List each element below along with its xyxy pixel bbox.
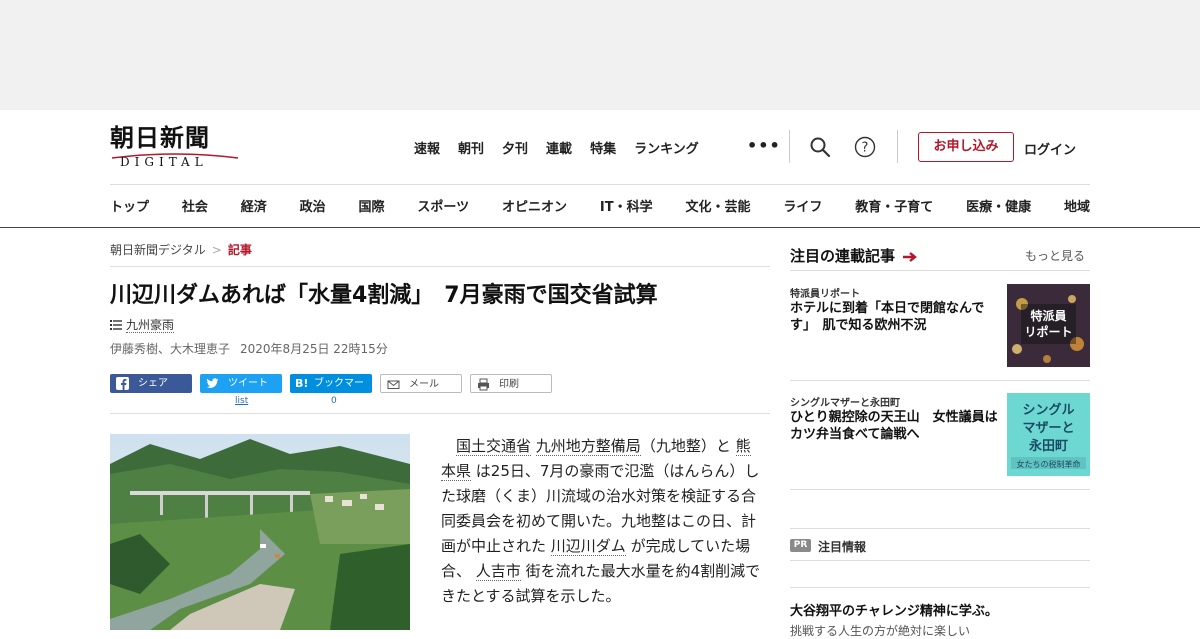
ad-banner-area (0, 0, 1200, 110)
nav-tokushu[interactable]: 特集 (590, 138, 616, 157)
svg-text:?: ? (862, 141, 869, 156)
cat-politics[interactable]: 政治 (300, 196, 326, 215)
link-kawabegawa-dam[interactable]: 川辺川ダム (550, 537, 626, 556)
link-mlit[interactable]: 国土交通省 (456, 437, 532, 456)
body-text: （九地整）と (640, 437, 736, 455)
divider (790, 270, 1090, 271)
article-photo[interactable] (110, 434, 410, 630)
nav-yukan[interactable]: 夕刊 (502, 138, 528, 157)
divider (789, 130, 790, 163)
nav-rensai[interactable]: 連載 (546, 138, 572, 157)
cat-education[interactable]: 教育・子育て (855, 196, 933, 215)
divider (110, 266, 770, 267)
cat-culture[interactable]: 文化・芸能 (685, 196, 750, 215)
search-icon[interactable] (809, 136, 831, 158)
svg-text:マザーと: マザーと (1022, 421, 1074, 436)
print-label: 印刷 (499, 379, 519, 390)
nav-sokuho[interactable]: 速報 (414, 138, 440, 157)
facebook-icon (116, 377, 129, 390)
sidebar-more-link[interactable]: もっと見る (1025, 247, 1085, 264)
breadcrumb-home[interactable]: 朝日新聞デジタル (110, 243, 206, 257)
pr-section-title: 注目情報 (818, 540, 867, 554)
list-icon (110, 320, 122, 330)
twitter-share-count[interactable]: list (235, 396, 248, 406)
thumb-text-line1: 特派員 (1030, 308, 1066, 323)
cat-top[interactable]: トップ (110, 196, 149, 215)
signup-button[interactable]: お申し込み (918, 132, 1014, 162)
cat-international[interactable]: 国際 (359, 196, 385, 215)
asahi-digital-logo[interactable]: 朝日新聞 DIGITAL (110, 124, 240, 170)
divider (790, 489, 1090, 490)
cat-opinion[interactable]: オピニオン (502, 196, 567, 215)
twitter-share-button[interactable]: ツイート (200, 374, 282, 393)
byline: 伊藤秀樹、大木理恵子 2020年8月25日 22時15分 (110, 340, 388, 357)
more-menu-button[interactable]: ••• (747, 136, 781, 155)
nav-choukan[interactable]: 朝刊 (458, 138, 484, 157)
svg-text:シングル: シングル (1022, 402, 1074, 418)
mail-share-button[interactable]: メール (380, 374, 462, 393)
sidebar-title[interactable]: 注目の連載記事 (790, 245, 918, 266)
cat-life[interactable]: ライフ (783, 196, 822, 215)
breadcrumb-current: 記事 (227, 243, 252, 257)
nav-ranking[interactable]: ランキング (634, 138, 699, 157)
article-authors: 伊藤秀樹、大木理恵子 (110, 342, 231, 356)
twitter-icon (206, 377, 219, 390)
divider (790, 560, 1090, 561)
hatena-bookmark-count[interactable]: 0 (331, 396, 337, 406)
article-headline: 川辺川ダムあれば「水量4割減」 7月豪雨で国交省試算 (110, 283, 658, 308)
print-button[interactable]: 印刷 (470, 374, 552, 393)
thumb-text-line2: リポート (1024, 324, 1072, 339)
article-tag[interactable]: 九州豪雨 (110, 316, 175, 333)
mail-icon (387, 378, 400, 391)
hatena-bookmark-button[interactable]: B! ブックマーク (290, 374, 372, 408)
mail-share-label: メール (409, 379, 439, 390)
sidebar-item-title[interactable]: ホテルに到着「本日で閉館なんです」 肌で知る欧州不況 (790, 300, 1000, 334)
print-icon (477, 378, 490, 391)
article-date: 2020年8月25日 22時15分 (240, 342, 388, 356)
cat-society[interactable]: 社会 (182, 196, 208, 215)
sidebar-item-kicker[interactable]: シングルマザーと永田町 (790, 394, 900, 409)
breadcrumb-separator: > (211, 243, 222, 257)
link-hitoyoshi[interactable]: 人吉市 (475, 562, 521, 581)
promo-title[interactable]: 大谷翔平のチャレンジ精神に学ぶ。 (790, 600, 998, 619)
top-nav: 速報 朝刊 夕刊 連載 特集 ランキング (414, 138, 717, 157)
sidebar-item-title[interactable]: ひとり親控除の天王山 女性議員はカツ弁当食べて論戦へ (790, 409, 1000, 443)
twitter-share-label: ツイート (228, 378, 268, 389)
divider (790, 380, 1090, 381)
cat-economy[interactable]: 経済 (241, 196, 267, 215)
logo-jp: 朝日新聞 (110, 123, 210, 152)
svg-text:女たちの税制革命: 女たちの税制革命 (1017, 459, 1081, 469)
divider (110, 413, 770, 414)
hatena-bookmark-label: ブックマーク (314, 378, 364, 408)
cat-health[interactable]: 医療・健康 (966, 196, 1031, 215)
article-tag-label[interactable]: 九州豪雨 (126, 318, 175, 333)
arrow-right-icon (903, 252, 918, 262)
link-kyushu-bureau[interactable]: 九州地方整備局 (535, 437, 641, 456)
cat-region[interactable]: 地域 (1064, 196, 1090, 215)
article-body: 国土交通省 九州地方整備局（九地整）と 熊本県 は25日、7月の豪雨で氾濫（はん… (441, 434, 761, 609)
help-icon[interactable]: ? (854, 136, 876, 158)
sidebar-item-thumbnail[interactable]: 特派員 リポート (1007, 284, 1090, 367)
cat-it-science[interactable]: IT・科学 (600, 196, 653, 215)
hatena-icon: B! (295, 377, 309, 390)
promo-subtitle[interactable]: 挑戦する人生の方が絶対に楽しい (790, 622, 970, 639)
pr-badge: PR (790, 539, 811, 552)
facebook-share-button[interactable]: シェア (110, 374, 192, 393)
divider (790, 528, 1090, 529)
sidebar-title-text: 注目の連載記事 (790, 247, 896, 265)
sidebar-item-thumbnail[interactable]: シングル マザーと 永田町 女たちの税制革命 (1007, 393, 1090, 476)
breadcrumb: 朝日新聞デジタル > 記事 (110, 241, 252, 258)
svg-text:永田町: 永田町 (1028, 438, 1068, 454)
sidebar-item-kicker[interactable]: 特派員リポート (790, 285, 860, 300)
divider (897, 130, 898, 163)
site-header: 朝日新聞 DIGITAL 速報 朝刊 夕刊 連載 特集 ランキング ••• ? … (0, 110, 1200, 228)
category-nav: トップ 社会 経済 政治 国際 スポーツ オピニオン IT・科学 文化・芸能 ラ… (110, 196, 1090, 215)
header-divider (110, 184, 1090, 185)
facebook-share-label: シェア (138, 378, 168, 389)
login-link[interactable]: ログイン (1024, 139, 1076, 158)
logo-en: DIGITAL (120, 155, 208, 169)
cat-sports[interactable]: スポーツ (417, 196, 469, 215)
divider (790, 587, 1090, 588)
